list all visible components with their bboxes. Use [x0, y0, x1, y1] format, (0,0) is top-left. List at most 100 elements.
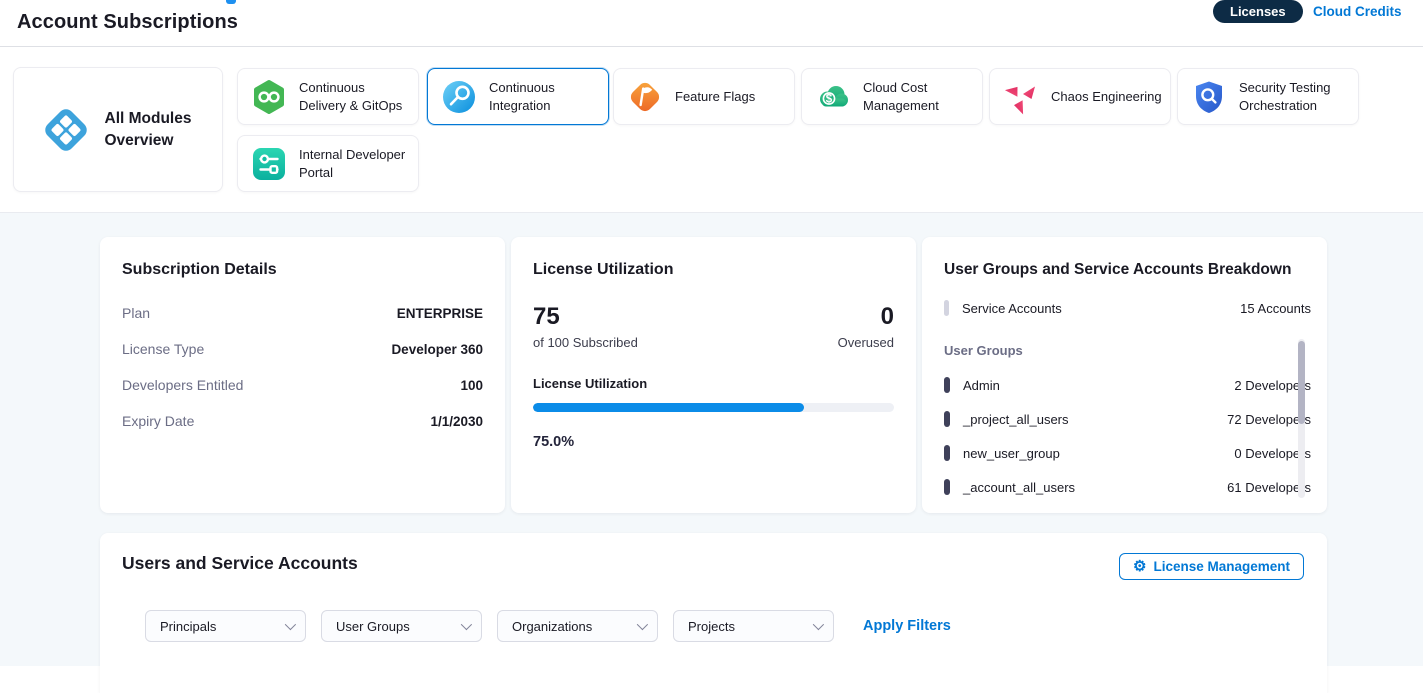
page-header: Account Subscriptions Licenses Cloud Cre…: [0, 0, 1423, 47]
overused-caption: Overused: [838, 335, 894, 350]
subscription-details-rows: Plan ENTERPRISE License Type Developer 3…: [122, 305, 483, 429]
subscription-row-license-type: License Type Developer 360: [122, 341, 483, 357]
module-label: Security Testing Orchestration: [1239, 79, 1358, 114]
module-card-internal-developer-portal[interactable]: Internal Developer Portal: [237, 135, 419, 192]
row-label: Service Accounts: [962, 301, 1062, 316]
row-value: 1/1/2030: [430, 414, 483, 429]
page-title: Account Subscriptions: [17, 11, 238, 34]
user-group-bullet-icon: [944, 377, 950, 393]
row-label: new_user_group: [963, 446, 1060, 461]
chevron-down-icon: [461, 619, 472, 630]
breakdown-card: User Groups and Service Accounts Breakdo…: [922, 237, 1327, 513]
sto-icon: [1191, 79, 1227, 115]
overused-stat: 0 Overused: [838, 303, 894, 350]
license-management-button[interactable]: ⚙ License Management: [1119, 553, 1304, 580]
subscription-row-plan: Plan ENTERPRISE: [122, 305, 483, 321]
ccm-icon: $: [815, 79, 851, 115]
row-value: Developer 360: [391, 342, 483, 357]
subscribed-stat: 75 of 100 Subscribed: [533, 303, 638, 350]
row-label: _project_all_users: [963, 412, 1069, 427]
row-label: _account_all_users: [963, 480, 1075, 495]
chevron-down-icon: [813, 619, 824, 630]
scrollbar-thumb[interactable]: [1298, 341, 1305, 424]
user-group-bullet-icon: [944, 479, 950, 495]
row-label: Expiry Date: [122, 413, 194, 429]
main-content: Subscription Details Plan ENTERPRISE Lic…: [0, 213, 1423, 666]
user-groups-dropdown[interactable]: User Groups: [321, 610, 482, 642]
user-group-bullet-icon: [944, 445, 950, 461]
license-utilization-title: License Utilization: [533, 261, 894, 279]
cd-gitops-icon: [251, 79, 287, 115]
breakdown-title: User Groups and Service Accounts Breakdo…: [944, 261, 1305, 279]
utilization-bar-fill: [533, 403, 804, 412]
module-label: Cloud Cost Management: [863, 79, 982, 114]
license-utilization-card: License Utilization 75 of 100 Subscribed…: [511, 237, 916, 513]
utilization-percent: 75.0%: [533, 434, 894, 450]
module-label: Continuous Delivery & GitOps: [299, 79, 418, 114]
module-label: Feature Flags: [675, 88, 763, 106]
user-group-row: new_user_group 0 Developers: [944, 436, 1311, 470]
dropdown-label: Organizations: [512, 619, 592, 634]
dropdown-label: User Groups: [336, 619, 410, 634]
apply-filters-link[interactable]: Apply Filters: [863, 618, 951, 634]
utilization-bar-label: License Utilization: [533, 376, 894, 391]
user-groups-heading: User Groups: [944, 343, 1305, 358]
row-value: 100: [460, 378, 483, 393]
organizations-dropdown[interactable]: Organizations: [497, 610, 658, 642]
idp-icon: [251, 146, 287, 182]
overused-count: 0: [838, 303, 894, 331]
module-selector-band: All Modules Overview Continuous Delivery…: [0, 47, 1423, 213]
all-modules-icon: [40, 104, 92, 156]
subscription-details-card: Subscription Details Plan ENTERPRISE Lic…: [100, 237, 505, 513]
feature-flags-icon: [627, 79, 663, 115]
dropdown-label: Projects: [688, 619, 735, 634]
module-card-chaos-engineering[interactable]: Chaos Engineering: [989, 68, 1171, 125]
module-label: Continuous Integration: [489, 79, 608, 114]
row-value: 15 Accounts: [1240, 301, 1311, 316]
filter-row: Principals User Groups Organizations Pro…: [145, 610, 951, 642]
module-card-feature-flags[interactable]: Feature Flags: [613, 68, 795, 125]
licenses-tab[interactable]: Licenses: [1213, 0, 1303, 23]
users-and-service-accounts-card: Users and Service Accounts ⚙ License Man…: [100, 533, 1327, 693]
user-groups-list: Admin 2 Developers _project_all_users 72…: [922, 368, 1327, 504]
cloud-credits-tab[interactable]: Cloud Credits: [1313, 4, 1402, 19]
module-label: Internal Developer Portal: [299, 146, 418, 181]
row-label: Developers Entitled: [122, 377, 243, 393]
svg-text:$: $: [826, 93, 833, 105]
scrollbar-track: [1298, 339, 1305, 498]
clipped-blue-icon: [226, 0, 236, 4]
dropdown-label: Principals: [160, 619, 216, 634]
chevron-down-icon: [637, 619, 648, 630]
chevron-down-icon: [285, 619, 296, 630]
projects-dropdown[interactable]: Projects: [673, 610, 834, 642]
principals-dropdown[interactable]: Principals: [145, 610, 306, 642]
module-card-cloud-cost-management[interactable]: $ Cloud Cost Management: [801, 68, 983, 125]
row-label: Admin: [963, 378, 1000, 393]
utilization-stats: 75 of 100 Subscribed 0 Overused: [533, 303, 894, 350]
subscription-details-title: Subscription Details: [122, 261, 483, 279]
service-accounts-row: Service Accounts 15 Accounts: [944, 300, 1311, 316]
module-card-continuous-integration[interactable]: Continuous Integration: [427, 68, 609, 125]
module-label: Chaos Engineering: [1051, 88, 1170, 106]
row-value: ENTERPRISE: [397, 306, 483, 321]
module-card-security-testing-orchestration[interactable]: Security Testing Orchestration: [1177, 68, 1359, 125]
row-label: License Type: [122, 341, 204, 357]
module-card-continuous-delivery-gitops[interactable]: Continuous Delivery & GitOps: [237, 68, 419, 125]
chaos-engineering-icon: [1003, 79, 1039, 115]
subscribed-count: 75: [533, 303, 638, 331]
license-management-label: License Management: [1153, 559, 1290, 574]
all-modules-overview-card[interactable]: All Modules Overview: [13, 67, 223, 192]
user-group-bullet-icon: [944, 411, 950, 427]
user-group-row: _project_all_users 72 Developers: [944, 402, 1311, 436]
subscription-row-developers-entitled: Developers Entitled 100: [122, 377, 483, 393]
row-label: Plan: [122, 305, 150, 321]
subscribed-caption: of 100 Subscribed: [533, 335, 638, 350]
all-modules-overview-label: All Modules Overview: [105, 108, 197, 151]
user-group-row: _account_all_users 61 Developers: [944, 470, 1311, 504]
gear-icon: ⚙: [1133, 559, 1146, 574]
utilization-bar-track: [533, 403, 894, 412]
users-section-title: Users and Service Accounts: [122, 553, 358, 574]
user-group-row: Admin 2 Developers: [944, 368, 1311, 402]
service-accounts-bullet-icon: [944, 300, 949, 316]
subscription-row-expiry-date: Expiry Date 1/1/2030: [122, 413, 483, 429]
